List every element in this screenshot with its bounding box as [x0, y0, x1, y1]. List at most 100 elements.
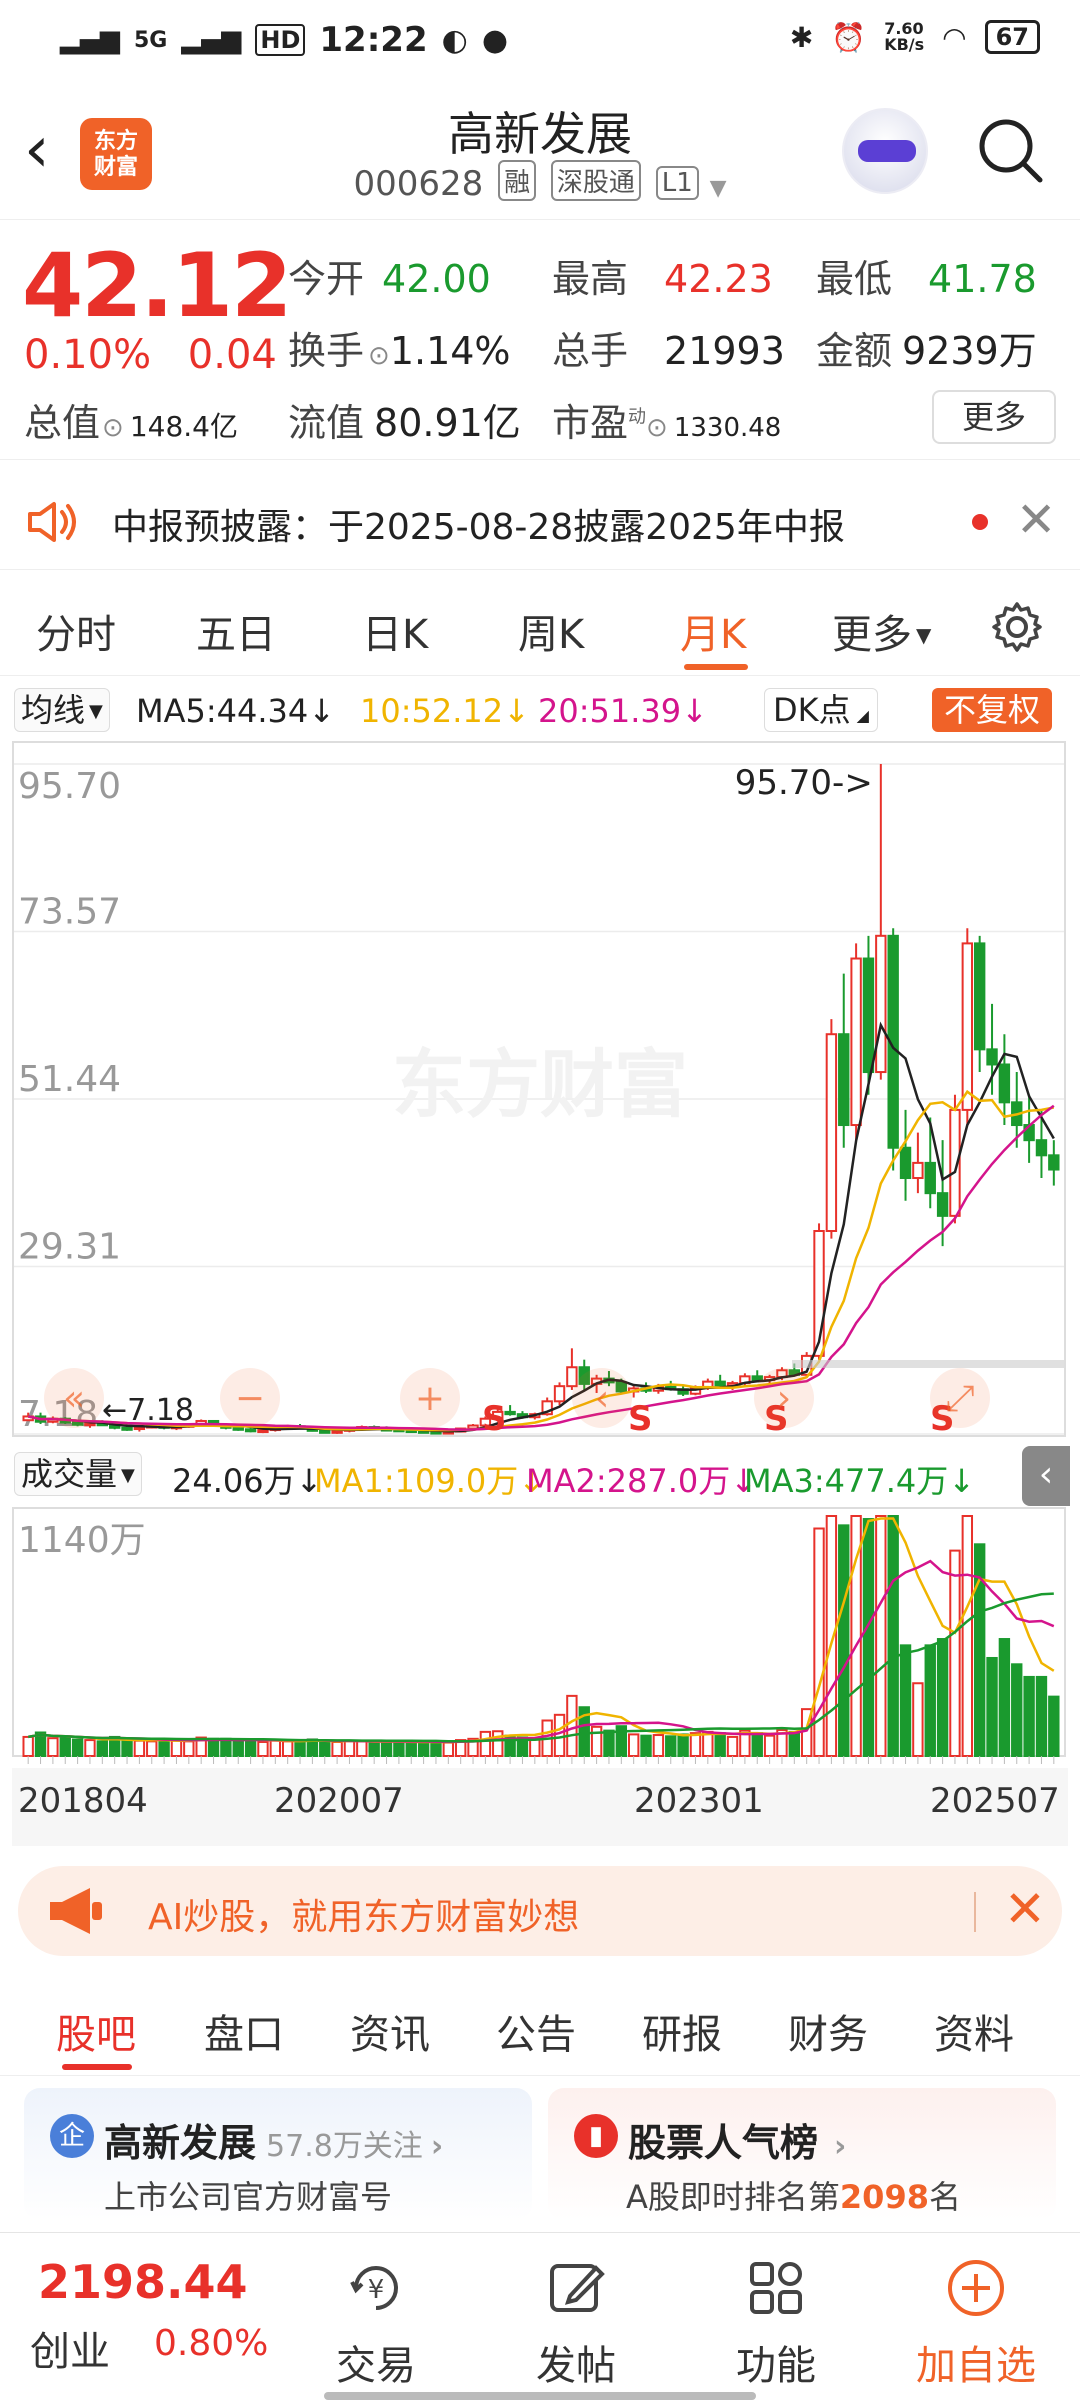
- candle-body: [121, 1426, 133, 1431]
- search-icon[interactable]: [976, 116, 1044, 184]
- volume-bar: [751, 1732, 763, 1757]
- tab-5day[interactable]: 五日: [196, 602, 276, 660]
- wechat-icon: ●: [481, 22, 508, 58]
- x-axis-band: [12, 1768, 1068, 1846]
- volume-chart[interactable]: 1140万 201804 202007 202301 202507: [12, 1506, 1068, 1846]
- y-tick-label: 51.44: [18, 1059, 121, 1100]
- change-amount: 0.04: [187, 332, 277, 378]
- candle-body: [504, 1410, 516, 1416]
- adjust-type-button[interactable]: 不复权: [932, 688, 1053, 732]
- popularity-rank-card[interactable]: ▮ 股票人气榜 › A股即时排名第2098名: [548, 2088, 1056, 2220]
- volume-bar: [417, 1740, 430, 1757]
- collapse-side-tab[interactable]: ‹: [1022, 1446, 1070, 1506]
- field-pe[interactable]: 市盈动⊙ 1330.48: [552, 392, 781, 447]
- nav-add-watchlist[interactable]: 加自选: [906, 2253, 1046, 2391]
- volume-bar: [665, 1735, 677, 1758]
- volume-bar: [244, 1739, 257, 1757]
- change-percent: 0.10%: [24, 332, 152, 378]
- tab-more[interactable]: 更多 ▼: [832, 602, 931, 660]
- ai-banner[interactable]: AI炒股，就用东方财富妙想 ✕: [18, 1866, 1062, 1956]
- zoom-control-icon: ⤢: [946, 1378, 975, 1419]
- nav-trade[interactable]: ¥ 交易: [306, 2253, 446, 2391]
- enterprise-icon: 企: [50, 2114, 94, 2158]
- volume-selector[interactable]: 成交量 ▼: [14, 1452, 142, 1496]
- volume-bar: [294, 1740, 306, 1757]
- megaphone-icon: [50, 1888, 102, 1934]
- candle-body: [566, 1366, 578, 1388]
- ma20-value: 20:51.39↓: [538, 692, 708, 730]
- volume-bar: [393, 1740, 405, 1757]
- ma-selector[interactable]: 均线 ▼: [14, 688, 110, 732]
- signal-icon-2: ▂▄▆: [181, 25, 242, 55]
- tab-guba[interactable]: 股吧: [56, 2002, 136, 2060]
- tab-finance[interactable]: 财务: [788, 2002, 868, 2060]
- volume-bar: [714, 1732, 726, 1757]
- tab-profile[interactable]: 资料: [934, 2002, 1014, 2060]
- settings-gear-icon[interactable]: [990, 600, 1044, 654]
- volume-bar: [899, 1644, 912, 1757]
- candle-body: [912, 1161, 924, 1180]
- x-tick-label: 202507: [930, 1781, 1060, 1821]
- volume-bar: [405, 1740, 417, 1757]
- active-tab-indicator: [684, 664, 748, 670]
- close-icon[interactable]: ✕: [1004, 1880, 1046, 1938]
- volume-bar: [553, 1713, 566, 1758]
- volume-bar: [133, 1739, 146, 1757]
- volume-max-label: 1140万: [18, 1520, 146, 1561]
- volume-bar: [319, 1740, 331, 1757]
- volume-bar: [368, 1740, 380, 1757]
- tab-news[interactable]: 资讯: [350, 2002, 430, 2060]
- volume-bar: [838, 1524, 850, 1758]
- tab-weekly-k[interactable]: 周K: [518, 602, 584, 660]
- tab-announcement[interactable]: 公告: [496, 2002, 576, 2060]
- volume-bar: [22, 1735, 34, 1757]
- stock-code: 000628: [353, 164, 484, 204]
- tab-daily-k[interactable]: 日K: [362, 602, 428, 660]
- field-market-cap[interactable]: 总值⊙ 148.4亿: [24, 392, 238, 447]
- ai-robot-avatar[interactable]: [842, 108, 928, 194]
- tab-intraday[interactable]: 分时: [36, 602, 116, 660]
- candle-body: [1048, 1154, 1060, 1171]
- volume-bar: [96, 1740, 109, 1757]
- volume-bar: [232, 1739, 244, 1757]
- more-button[interactable]: 更多: [932, 390, 1056, 444]
- x-tick-label: 201804: [18, 1781, 148, 1821]
- nav-post[interactable]: 发帖: [506, 2253, 646, 2391]
- zoom-control-icon: ‹: [595, 1378, 609, 1419]
- tab-pankou[interactable]: 盘口: [204, 2002, 284, 2060]
- candle-body: [1035, 1139, 1048, 1157]
- tag-connect: 深股通: [550, 160, 641, 201]
- volume-bar: [71, 1738, 84, 1758]
- notice-bar[interactable]: 中报预披露：于2025-08-28披露2025年中报 ✕: [0, 470, 1080, 570]
- card-subtitle: 上市公司官方财富号: [104, 2178, 393, 2216]
- info-icon: ⊙: [102, 413, 124, 443]
- index-percent: 0.80%: [154, 2323, 269, 2364]
- close-icon[interactable]: ✕: [1016, 492, 1056, 548]
- dk-point-selector[interactable]: DK点 ◢: [764, 688, 878, 732]
- volume-bar: [1035, 1675, 1048, 1757]
- tag-level: L1: [655, 166, 699, 200]
- volume-bar: [47, 1737, 59, 1757]
- chevron-down-icon[interactable]: ▼: [710, 176, 727, 201]
- kline-chart[interactable]: 95.7073.5751.4429.317.18东方财富95.70->←7.18…: [12, 740, 1068, 1440]
- field-turnover[interactable]: 换手 ⊙1.14%: [288, 320, 511, 375]
- min-price-label: ←7.18: [102, 1393, 194, 1428]
- zoom-control-icon: −: [235, 1378, 265, 1419]
- volume-bar: [875, 1515, 887, 1757]
- candle-body: [244, 1428, 257, 1433]
- y-tick-label: 95.70: [18, 766, 121, 807]
- tab-research[interactable]: 研报: [642, 2002, 722, 2060]
- tab-monthly-k[interactable]: 月K: [680, 602, 746, 660]
- status-bar: ▂▄▆ 5G ▂▄▆ HD 12:22 ◐ ● ✱ ⏰ 7.60 KB/s ◠ …: [0, 0, 1080, 80]
- bluetooth-icon: ✱: [789, 20, 814, 54]
- x-tick-label: 202007: [274, 1781, 404, 1821]
- official-account-card[interactable]: 企 高新发展 57.8万关注 › 上市公司官方财富号: [24, 2088, 532, 2220]
- volume-bar: [59, 1736, 71, 1757]
- volume-bar: [788, 1730, 801, 1758]
- volume-bar: [281, 1740, 294, 1757]
- volume-bar: [479, 1730, 492, 1758]
- chevron-right-icon: ›: [834, 2129, 847, 2164]
- info-icon: ⊙: [646, 413, 668, 443]
- nav-functions[interactable]: 功能: [706, 2253, 846, 2391]
- volume-bar: [763, 1734, 776, 1758]
